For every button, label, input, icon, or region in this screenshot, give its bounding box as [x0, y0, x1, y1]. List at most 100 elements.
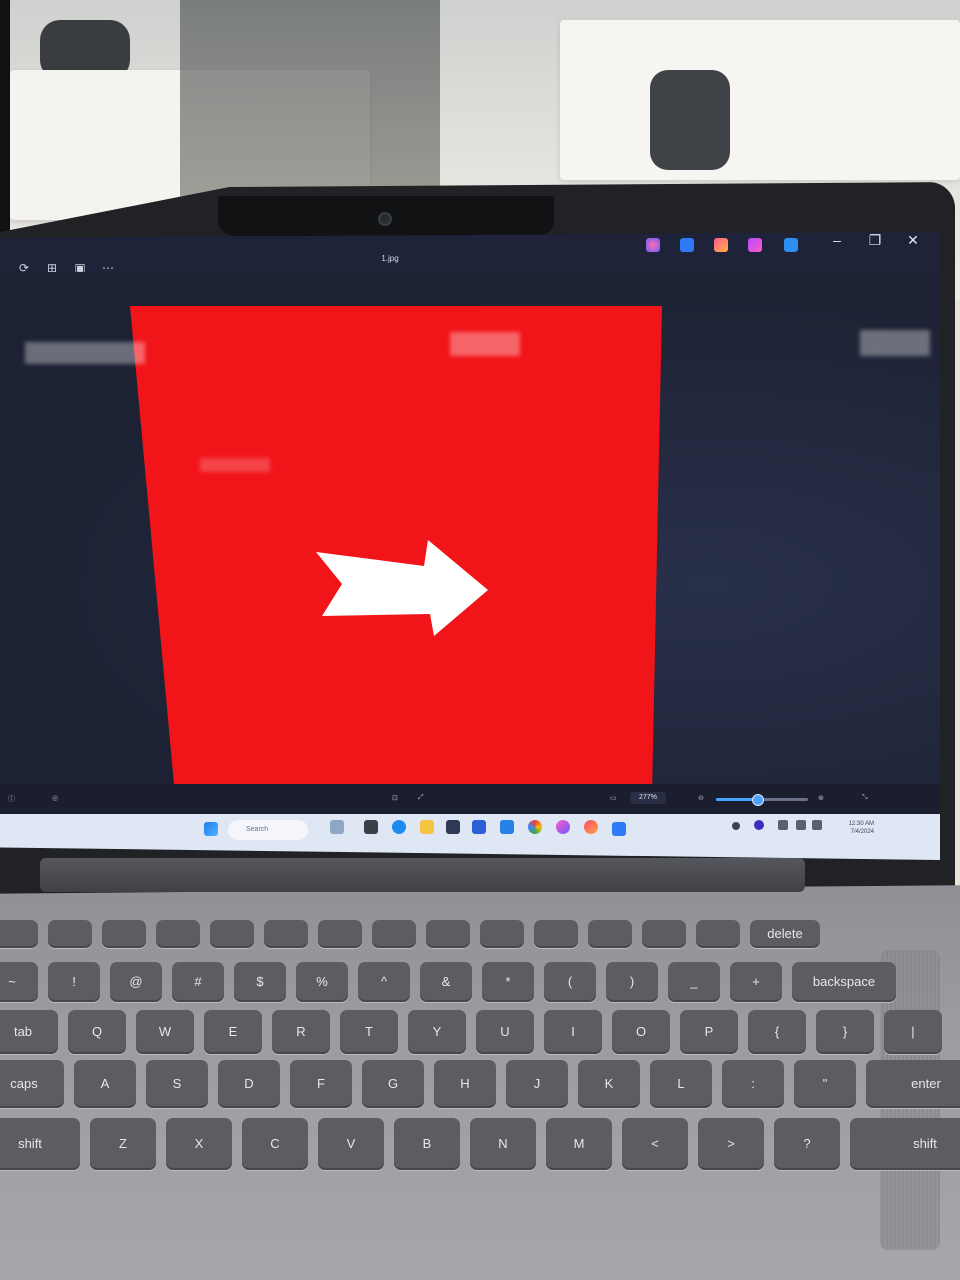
key[interactable] — [48, 920, 92, 948]
key[interactable]: W — [136, 1010, 194, 1054]
key[interactable]: ) — [606, 962, 658, 1002]
key[interactable]: caps — [0, 1060, 64, 1108]
key[interactable]: shift — [850, 1118, 960, 1170]
key[interactable] — [588, 920, 632, 948]
key[interactable]: { — [748, 1010, 806, 1054]
wifi-icon[interactable] — [778, 820, 788, 830]
designer-icon[interactable] — [748, 238, 762, 252]
key[interactable] — [642, 920, 686, 948]
info-icon[interactable]: ⓘ — [8, 794, 15, 804]
key[interactable]: N — [470, 1118, 536, 1170]
key[interactable]: ? — [774, 1118, 840, 1170]
key[interactable]: O — [612, 1010, 670, 1054]
key[interactable]: $ — [234, 962, 286, 1002]
key[interactable]: + — [730, 962, 782, 1002]
key[interactable]: B — [394, 1118, 460, 1170]
copilot-icon[interactable] — [646, 238, 660, 252]
key[interactable]: # — [172, 962, 224, 1002]
key[interactable]: E — [204, 1010, 262, 1054]
widgets-icon[interactable] — [330, 820, 344, 834]
expand-icon[interactable]: ⤡ — [862, 794, 868, 802]
task-view-icon[interactable] — [364, 820, 378, 834]
key[interactable]: " — [794, 1060, 856, 1108]
key[interactable]: U — [476, 1010, 534, 1054]
key[interactable] — [210, 920, 254, 948]
battery-icon[interactable] — [812, 820, 822, 830]
key[interactable]: : — [722, 1060, 784, 1108]
zoom-out-icon[interactable]: ⊖ — [698, 794, 704, 802]
start-icon[interactable] — [204, 822, 218, 836]
photos-icon[interactable] — [680, 238, 694, 252]
edge-icon[interactable] — [392, 820, 406, 834]
fullscreen-icon[interactable]: ⤢ — [418, 794, 424, 802]
key[interactable]: ^ — [358, 962, 410, 1002]
chrome-icon[interactable] — [528, 820, 542, 834]
key[interactable]: G — [362, 1060, 424, 1108]
key[interactable]: ~ — [0, 962, 38, 1002]
film-strip-icon[interactable]: ▭ — [610, 794, 617, 802]
photos-app-icon[interactable] — [584, 820, 598, 834]
key[interactable]: I — [544, 1010, 602, 1054]
fit-icon[interactable]: ⊡ — [392, 794, 398, 802]
key[interactable]: < — [622, 1118, 688, 1170]
key[interactable]: R — [272, 1010, 330, 1054]
taskbar-search[interactable]: Search — [228, 820, 308, 840]
key[interactable]: enter — [866, 1060, 960, 1108]
key[interactable]: J — [506, 1060, 568, 1108]
key[interactable] — [156, 920, 200, 948]
key[interactable] — [534, 920, 578, 948]
key[interactable] — [264, 920, 308, 948]
key[interactable]: * — [482, 962, 534, 1002]
chevron-up-icon[interactable] — [732, 822, 740, 830]
key[interactable] — [696, 920, 740, 948]
key[interactable]: H — [434, 1060, 496, 1108]
restore-icon[interactable]: ❐ — [866, 232, 884, 249]
key[interactable]: backspace — [792, 962, 896, 1002]
key[interactable]: K — [578, 1060, 640, 1108]
key[interactable]: _ — [668, 962, 720, 1002]
key[interactable]: & — [420, 962, 472, 1002]
key[interactable]: | — [884, 1010, 942, 1054]
key[interactable]: Y — [408, 1010, 466, 1054]
key[interactable] — [0, 920, 38, 948]
key[interactable]: V — [318, 1118, 384, 1170]
key[interactable]: @ — [110, 962, 162, 1002]
copilot-icon[interactable] — [556, 820, 570, 834]
close-icon[interactable]: ✕ — [904, 232, 922, 249]
key[interactable]: % — [296, 962, 348, 1002]
key[interactable]: L — [650, 1060, 712, 1108]
key[interactable]: Z — [90, 1118, 156, 1170]
key[interactable]: C — [242, 1118, 308, 1170]
key[interactable] — [102, 920, 146, 948]
file-explorer-icon[interactable] — [420, 820, 434, 834]
key[interactable] — [480, 920, 524, 948]
key[interactable]: D — [218, 1060, 280, 1108]
zoom-level[interactable]: 277% — [630, 792, 666, 804]
key[interactable]: P — [680, 1010, 738, 1054]
folder-icon[interactable] — [784, 238, 798, 252]
properties-icon[interactable]: ◎ — [52, 794, 58, 802]
photos-taskbar-icon[interactable] — [612, 822, 626, 836]
key[interactable]: M — [546, 1118, 612, 1170]
key[interactable]: X — [166, 1118, 232, 1170]
zoom-slider-knob[interactable] — [752, 794, 765, 806]
key[interactable] — [318, 920, 362, 948]
key[interactable]: shift — [0, 1118, 80, 1170]
key[interactable]: S — [146, 1060, 208, 1108]
key[interactable] — [426, 920, 470, 948]
vscode-icon[interactable] — [500, 820, 514, 834]
key[interactable]: tab — [0, 1010, 58, 1054]
store-icon[interactable] — [446, 820, 460, 834]
volume-icon[interactable] — [796, 820, 806, 830]
key[interactable] — [372, 920, 416, 948]
key[interactable]: delete — [750, 920, 820, 948]
key[interactable]: > — [698, 1118, 764, 1170]
zoom-slider[interactable] — [716, 794, 808, 806]
clipchamp-icon[interactable] — [714, 238, 728, 252]
key[interactable]: ( — [544, 962, 596, 1002]
key[interactable]: ! — [48, 962, 100, 1002]
key[interactable]: Q — [68, 1010, 126, 1054]
key[interactable]: } — [816, 1010, 874, 1054]
key[interactable]: A — [74, 1060, 136, 1108]
outlook-icon[interactable] — [472, 820, 486, 834]
